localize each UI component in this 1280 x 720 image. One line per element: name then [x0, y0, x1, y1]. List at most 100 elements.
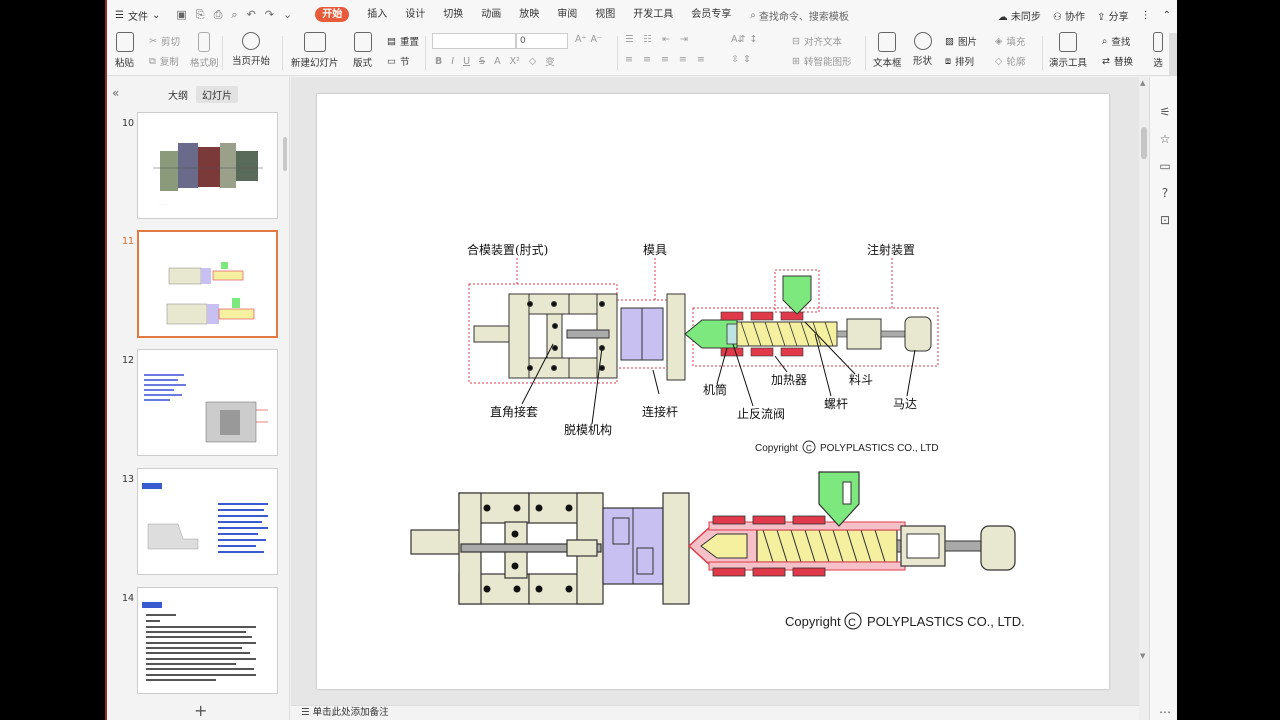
divider — [282, 36, 283, 70]
export-icon[interactable]: ⎘ — [196, 8, 205, 22]
layout-button[interactable]: 版式 — [353, 32, 372, 69]
from-current-button[interactable]: 当页开始 — [232, 32, 270, 67]
motor-lower — [980, 525, 1016, 571]
cut-button[interactable]: ✂ 剪切 — [149, 34, 180, 49]
underline-icon[interactable]: U — [463, 56, 470, 67]
scroll-down-icon[interactable]: ▼ — [1140, 652, 1145, 660]
distribute-icon[interactable]: ≡ — [697, 54, 705, 65]
sync-button[interactable]: ☁ 未同步 — [998, 8, 1041, 23]
help-icon[interactable]: ? — [1158, 186, 1172, 200]
properties-icon[interactable]: ⚟ — [1158, 105, 1172, 119]
more-icon[interactable]: ⋮ — [1141, 10, 1151, 21]
tab-outline[interactable]: 大纲 — [162, 86, 194, 103]
to-smartart-button[interactable]: ⊞ 转智能图形 — [792, 54, 851, 69]
find-button[interactable]: ⌕ 查找 — [1102, 34, 1130, 49]
format-painter-button[interactable]: 格式刷 — [190, 32, 219, 69]
notes-bar[interactable]: ☰ 单击此处添加备注 — [291, 705, 1139, 720]
font-color-icon[interactable]: A — [494, 56, 501, 67]
tab-view[interactable]: 视图 — [586, 0, 624, 30]
tab-home[interactable]: 开始 — [306, 0, 358, 30]
backup-icon[interactable]: ⊡ — [1158, 213, 1172, 227]
numbered-list-icon[interactable]: ☷ — [644, 34, 653, 45]
shape-button[interactable]: 形状 — [913, 32, 932, 67]
superscript-icon[interactable]: X² — [510, 56, 520, 67]
tab-insert[interactable]: 插入 — [358, 0, 396, 30]
picture-button[interactable]: ▨ 图片 — [945, 34, 977, 49]
grow-font-icon: A⁺ — [575, 34, 587, 45]
label-injection-unit: 注射装置 — [867, 242, 915, 257]
phonetic-icon[interactable]: 变 — [545, 54, 555, 68]
more-icon[interactable]: ⋯ — [1158, 705, 1172, 719]
align-left-icon[interactable]: ≡ — [625, 54, 633, 65]
justify-icon[interactable]: ≡ — [679, 54, 687, 65]
slides-panel-scrollbar[interactable] — [283, 137, 287, 171]
section-button[interactable]: ▭ 节 — [387, 54, 410, 69]
arrange-button[interactable]: ⧈ 排列 — [945, 54, 974, 69]
label-ejector: 脱模机构 — [564, 422, 612, 437]
tab-design[interactable]: 设计 — [396, 0, 434, 30]
label-heater: 加热器 — [771, 373, 807, 387]
save-icon[interactable]: ▣ — [176, 8, 186, 22]
canvas-scroll-thumb[interactable] — [1141, 127, 1147, 159]
tab-slideshow[interactable]: 放映 — [510, 0, 548, 30]
hamburger-icon: ☰ — [115, 9, 124, 21]
align-text-button[interactable]: ⊟ 对齐文本 — [792, 34, 842, 49]
label-barrel: 机筒 — [703, 382, 727, 397]
redo-icon[interactable]: ↷ — [265, 8, 274, 22]
menubar-right: ☁ 未同步 ⚇ 协作 ⇪ 分享 ⋮ ⌃ — [998, 0, 1171, 30]
copy-button[interactable]: ⧉ 复制 — [149, 54, 179, 69]
ribbon-scrollbar[interactable] — [1169, 33, 1177, 75]
clear-format-icon[interactable]: ◇ — [529, 56, 536, 67]
scroll-up-icon[interactable]: ▲ — [1140, 79, 1145, 87]
textbox-button[interactable]: 文本框 — [873, 32, 902, 69]
tab-animations[interactable]: 动画 — [472, 0, 510, 30]
add-slide-button[interactable]: + — [194, 701, 207, 720]
strike-icon[interactable]: S — [479, 56, 485, 67]
columns-icon[interactable]: ⇳ — [731, 54, 739, 65]
replace-button[interactable]: ⇄ 替换 — [1102, 54, 1133, 69]
outline-button[interactable]: ◇ 轮廓 — [995, 54, 1025, 69]
command-search[interactable]: ⌕ 查找命令、搜索模板 — [750, 8, 849, 23]
collapse-panel-icon[interactable]: « — [112, 86, 119, 100]
indent-icon[interactable]: ⇥ — [680, 34, 688, 45]
tab-developer[interactable]: 开发工具 — [624, 0, 682, 30]
tab-slides[interactable]: 幻灯片 — [196, 86, 238, 103]
paste-button[interactable]: 粘贴 — [115, 32, 134, 69]
line-spacing-icon[interactable]: ↕ — [749, 34, 757, 45]
select-button[interactable]: 选 — [1153, 32, 1163, 69]
injection-molding-diagram: 合模装置(肘式) 模具 注射装置 机筒 加热器 料斗 螺杆 马达 止反流阀 连接… — [410, 242, 1025, 630]
divider — [1042, 36, 1043, 70]
align-center-icon[interactable]: ≡ — [643, 54, 651, 65]
font-family-select[interactable] — [432, 33, 516, 49]
bullet-list-icon[interactable]: ☰ — [625, 34, 634, 45]
current-slide[interactable]: 合模装置(肘式) 模具 注射装置 机筒 加热器 料斗 螺杆 马达 止反流阀 连接… — [317, 94, 1109, 689]
canvas-scrollbar[interactable]: ▲ ▼ — [1139, 77, 1149, 720]
reset-button[interactable]: ▤ 重置 — [387, 34, 419, 49]
collapse-ribbon-icon[interactable]: ⌃ — [1163, 10, 1171, 21]
collab-button[interactable]: ⚇ 协作 — [1053, 8, 1085, 23]
text-direction-icon[interactable]: A⇵ — [731, 34, 745, 45]
font-size-controls[interactable]: A⁺ A⁻ — [575, 34, 602, 45]
spacing-icon[interactable]: ⇕ — [743, 54, 751, 65]
preview-icon[interactable]: ⌕ — [231, 8, 237, 22]
font-size-select[interactable]: 0 — [516, 33, 568, 49]
tab-review[interactable]: 审阅 — [548, 0, 586, 30]
outdent-icon[interactable]: ⇤ — [662, 34, 670, 45]
bold-icon[interactable]: B — [435, 56, 442, 67]
comment-icon[interactable]: ▭ — [1158, 159, 1172, 173]
chevron-down-icon[interactable]: ⌄ — [283, 8, 292, 22]
undo-icon[interactable]: ↶ — [247, 8, 256, 22]
tab-member[interactable]: 会员专享 — [682, 0, 740, 30]
print-icon[interactable]: ⎙ — [214, 8, 223, 22]
tab-transitions[interactable]: 切换 — [434, 0, 472, 30]
italic-icon[interactable]: I — [451, 56, 454, 67]
file-menu[interactable]: ☰ 文件 ⌄ — [107, 8, 168, 23]
search-icon: ⌕ — [1102, 35, 1108, 47]
presentation-tools-button[interactable]: 演示工具 — [1049, 32, 1087, 69]
align-right-icon[interactable]: ≡ — [661, 54, 669, 65]
thumb-illustration — [142, 602, 256, 681]
fill-button[interactable]: ◈ 填充 — [995, 34, 1025, 49]
share-button[interactable]: ⇪ 分享 — [1097, 8, 1129, 23]
animation-icon[interactable]: ☆ — [1158, 132, 1172, 146]
new-slide-button[interactable]: 新建幻灯片 — [291, 32, 339, 69]
